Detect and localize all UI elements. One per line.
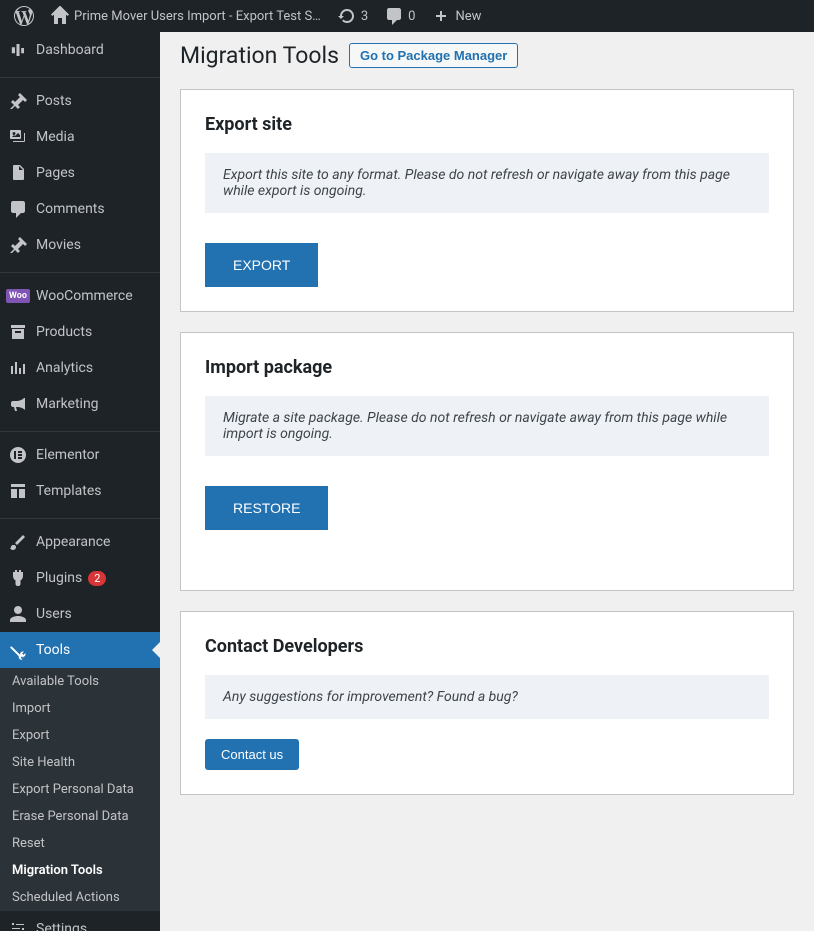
import-card-title: Import package [205,357,769,378]
sidebar-item-label: Media [36,129,75,145]
dashboard-icon [8,40,28,60]
submenu-import[interactable]: Import [0,695,160,722]
sliders-icon [8,919,28,931]
sidebar-item-label: Elementor [36,447,99,463]
pin-icon [8,91,28,111]
wrench-icon [8,640,28,660]
pin-icon [8,235,28,255]
sidebar-item-woocommerce[interactable]: Woo WooCommerce [0,278,160,314]
home-icon [50,6,70,26]
sidebar-item-label: Templates [36,483,102,499]
submenu-site-health[interactable]: Site Health [0,749,160,776]
export-notice: Export this site to any format. Please d… [205,153,769,213]
sidebar-item-label: Analytics [36,360,93,376]
woocommerce-icon: Woo [8,286,28,306]
page-title: Migration Tools [180,42,339,69]
sidebar-item-label: Posts [36,93,72,109]
site-title: Prime Mover Users Import - Export Test S… [74,9,321,24]
brush-icon [8,532,28,552]
sidebar-item-label: WooCommerce [36,288,133,304]
submenu-export[interactable]: Export [0,722,160,749]
sidebar-item-label: Marketing [36,396,99,412]
page-header: Migration Tools Go to Package Manager [180,42,794,69]
main-content: Migration Tools Go to Package Manager Ex… [160,32,814,931]
user-icon [8,604,28,624]
submenu-scheduled-actions[interactable]: Scheduled Actions [0,884,160,911]
import-notice: Migrate a site package. Please do not re… [205,396,769,456]
sidebar-item-pages[interactable]: Pages [0,155,160,191]
admin-bar: Prime Mover Users Import - Export Test S… [0,0,814,32]
sidebar-item-elementor[interactable]: Elementor [0,437,160,473]
sidebar-item-products[interactable]: Products [0,314,160,350]
media-icon [8,127,28,147]
admin-sidebar: Dashboard Posts Media Pages Comments Mov… [0,32,160,931]
sidebar-item-label: Movies [36,237,81,253]
archive-icon [8,322,28,342]
templates-icon [8,481,28,501]
updates-count: 3 [361,9,368,24]
submenu-available-tools[interactable]: Available Tools [0,668,160,695]
plugin-icon [8,568,28,588]
sidebar-item-movies[interactable]: Movies [0,227,160,263]
sidebar-item-users[interactable]: Users [0,596,160,632]
updates-link[interactable]: 3 [329,0,376,32]
contact-notice: Any suggestions for improvement? Found a… [205,675,769,719]
sidebar-item-plugins[interactable]: Plugins 2 [0,560,160,596]
sidebar-item-label: Pages [36,165,75,181]
contact-us-button[interactable]: Contact us [205,739,299,770]
elementor-icon [8,445,28,465]
sidebar-item-label: Dashboard [36,42,104,58]
chart-icon [8,358,28,378]
export-card: Export site Export this site to any form… [180,89,794,312]
megaphone-icon [8,394,28,414]
comment-icon [384,6,404,26]
sidebar-item-templates[interactable]: Templates [0,473,160,509]
sidebar-item-label: Users [36,606,72,622]
contact-card-title: Contact Developers [205,636,769,657]
refresh-icon [337,6,357,26]
comments-count: 0 [408,9,415,24]
export-button[interactable]: EXPORT [205,243,318,287]
restore-button[interactable]: RESTORE [205,486,328,530]
comment-icon [8,199,28,219]
sidebar-item-label: Appearance [36,534,110,550]
new-content-link[interactable]: New [423,0,489,32]
sidebar-item-dashboard[interactable]: Dashboard [0,32,160,68]
import-card: Import package Migrate a site package. P… [180,332,794,591]
sidebar-item-media[interactable]: Media [0,119,160,155]
sidebar-item-posts[interactable]: Posts [0,83,160,119]
sidebar-item-tools[interactable]: Tools [0,632,160,668]
sidebar-item-label: Settings [36,921,87,931]
wordpress-icon [14,6,34,26]
sidebar-item-settings[interactable]: Settings [0,911,160,931]
site-link[interactable]: Prime Mover Users Import - Export Test S… [42,0,329,32]
go-to-package-manager-button[interactable]: Go to Package Manager [349,43,518,68]
sidebar-item-label: Plugins [36,570,82,586]
sidebar-item-analytics[interactable]: Analytics [0,350,160,386]
sidebar-item-label: Products [36,324,92,340]
sidebar-item-appearance[interactable]: Appearance [0,524,160,560]
export-card-title: Export site [205,114,769,135]
plus-icon [431,6,451,26]
tools-submenu: Available Tools Import Export Site Healt… [0,668,160,911]
submenu-export-personal-data[interactable]: Export Personal Data [0,776,160,803]
wp-logo[interactable] [6,0,42,32]
submenu-migration-tools[interactable]: Migration Tools [0,857,160,884]
sidebar-item-label: Tools [36,642,70,658]
submenu-erase-personal-data[interactable]: Erase Personal Data [0,803,160,830]
submenu-reset[interactable]: Reset [0,830,160,857]
new-label: New [455,9,481,24]
plugins-badge: 2 [88,571,106,586]
page-icon [8,163,28,183]
sidebar-item-marketing[interactable]: Marketing [0,386,160,422]
contact-card: Contact Developers Any suggestions for i… [180,611,794,795]
sidebar-item-label: Comments [36,201,105,217]
sidebar-item-comments[interactable]: Comments [0,191,160,227]
comments-link[interactable]: 0 [376,0,423,32]
